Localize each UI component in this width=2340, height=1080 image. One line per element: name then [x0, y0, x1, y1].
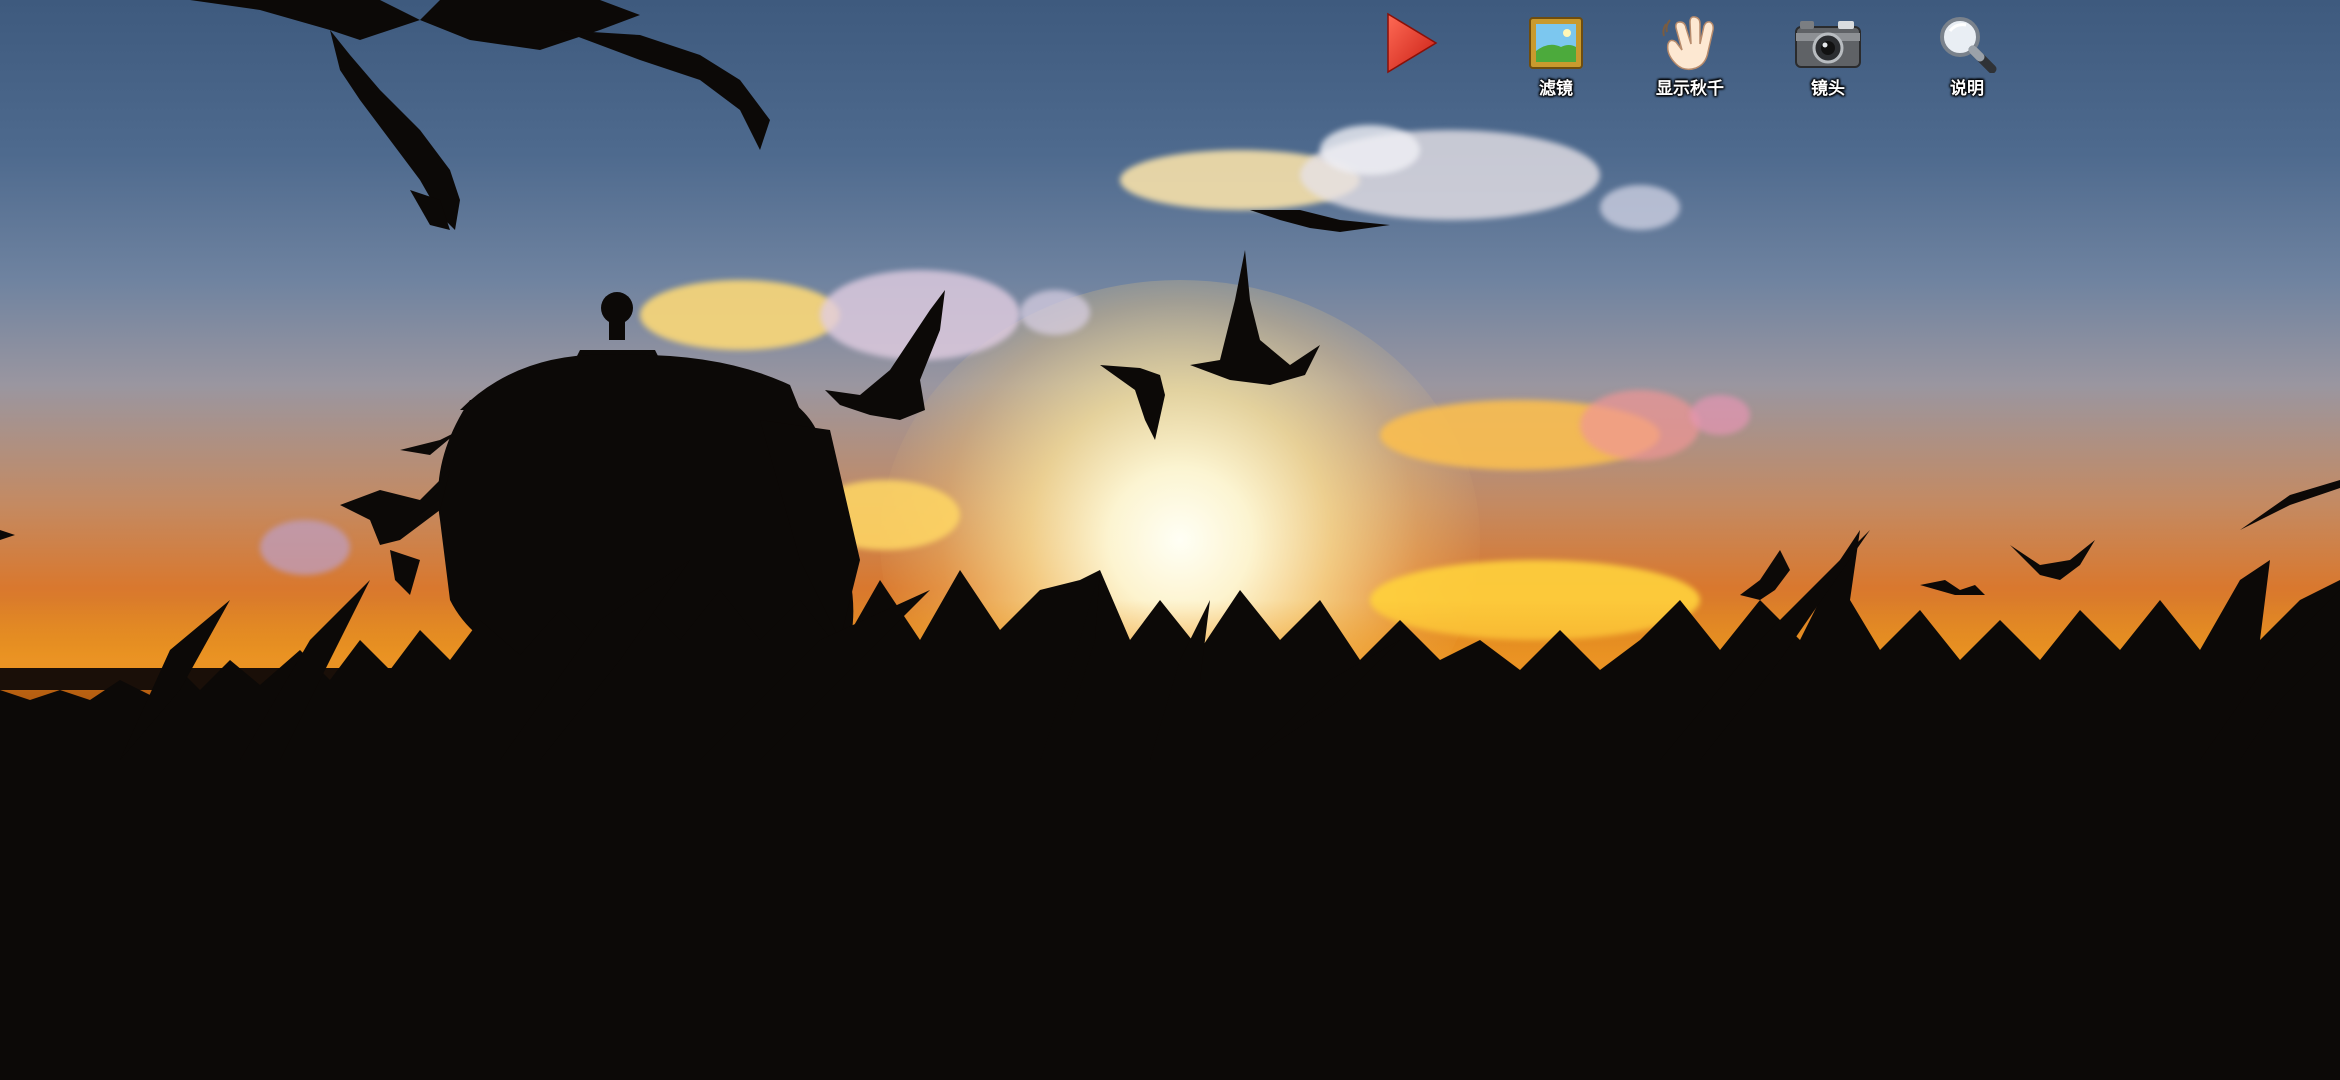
filter-label: 滤镜 — [1539, 79, 1573, 99]
help-label: 说明 — [1950, 79, 1984, 99]
tall-grass-silhouette — [0, 530, 2340, 800]
help-button[interactable]: 说明 — [1932, 14, 2002, 104]
show-swing-label: 显示秋千 — [1656, 79, 1724, 99]
lens-label: 镜头 — [1811, 79, 1845, 99]
play-button[interactable] — [1375, 12, 1445, 104]
lens-button[interactable]: 镜头 — [1793, 14, 1863, 104]
show-swing-button[interactable]: 显示秋千 — [1655, 14, 1725, 104]
game-scene: 滤镜 显示秋千 镜头 说明 — [0, 0, 2340, 1080]
filter-button[interactable]: 滤镜 — [1521, 14, 1591, 104]
framed-picture-icon — [1521, 14, 1591, 72]
large-bird-silhouette — [190, 0, 770, 230]
play-icon — [1375, 12, 1445, 74]
camera-icon — [1793, 14, 1863, 72]
magnifier-icon — [1932, 14, 2002, 73]
silhouettes — [0, 0, 2340, 800]
bird-flock-left — [0, 430, 460, 595]
waving-hand-icon — [1655, 14, 1725, 72]
